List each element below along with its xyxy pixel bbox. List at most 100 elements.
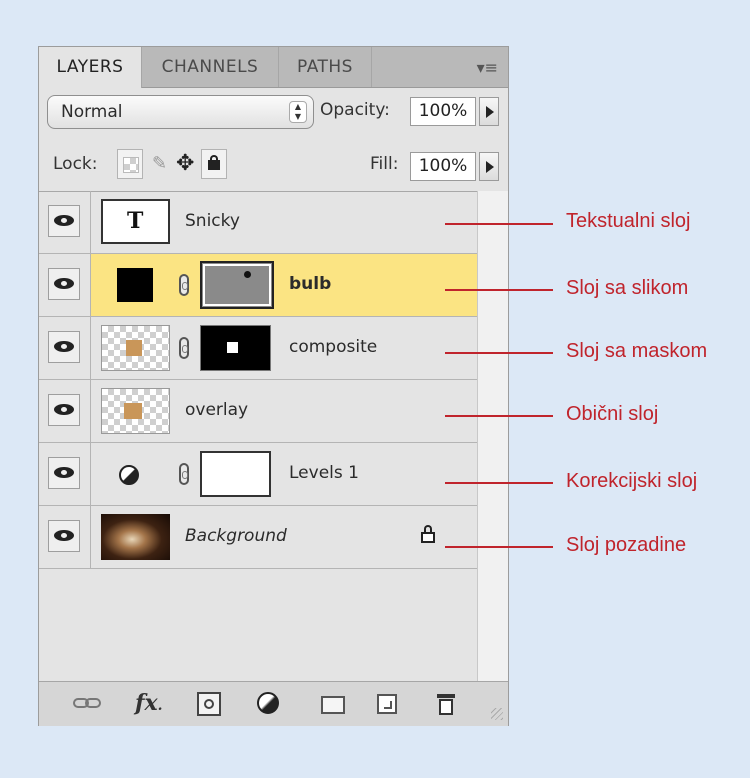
fill-arrow-button[interactable] (479, 152, 499, 181)
layer-name: overlay (185, 400, 249, 420)
annotation-line (445, 415, 553, 417)
lock-shackle (424, 525, 432, 534)
select-stepper-icon: ▲ ▼ (289, 101, 307, 123)
fill-field[interactable]: 100% (410, 152, 476, 181)
image-patch (126, 340, 142, 356)
layer-row-composite[interactable]: composite (39, 317, 477, 380)
visibility-toggle[interactable] (39, 506, 91, 568)
annotation-normal-layer: Obični sloj (566, 403, 659, 425)
mask-thumbnail (200, 325, 271, 371)
layer-thumbnail (117, 268, 153, 302)
eye-icon (54, 530, 74, 541)
fx-icon[interactable]: fx. (135, 692, 175, 716)
layer-name: Levels 1 (289, 463, 359, 483)
trash-icon[interactable] (437, 692, 455, 716)
link-chain-icon[interactable] (179, 463, 189, 485)
visibility-toggle[interactable] (39, 191, 91, 253)
annotation-image-layer: Sloj sa slikom (566, 277, 689, 299)
move-icon: ✥ (176, 151, 195, 176)
eye-icon (54, 404, 74, 415)
mask-thumbnail (200, 451, 271, 497)
layer-name: bulb (289, 274, 332, 294)
adjustment-layer-icon[interactable] (257, 692, 279, 714)
layers-bottom-toolbar: fx. (39, 681, 508, 726)
visibility-box (48, 331, 80, 363)
image-patch (124, 403, 142, 419)
tab-paths[interactable]: PATHS (279, 47, 372, 87)
visibility-box (48, 520, 80, 552)
add-mask-icon[interactable] (197, 692, 221, 716)
layer-thumbnail (101, 388, 170, 434)
lock-transparency-button[interactable] (117, 149, 143, 179)
lock-all-button[interactable] (201, 149, 227, 179)
tab-layers[interactable]: LAYERS (39, 47, 142, 88)
layers-scrollbar[interactable] (477, 191, 508, 681)
lock-position-button[interactable]: ✥ (173, 149, 199, 179)
mask-shape (227, 342, 238, 353)
layer-row-snicky[interactable]: T Snicky (39, 191, 477, 254)
lock-pixels-button[interactable]: ✎ (147, 149, 173, 179)
visibility-box (48, 394, 80, 426)
mask-circle (204, 699, 214, 709)
blend-row: Normal ▲ ▼ Opacity: 100% (39, 87, 508, 139)
fx-label: fx (135, 690, 158, 716)
layer-name: Background (185, 526, 287, 546)
visibility-box (48, 268, 80, 300)
layers-list: T Snicky bulb composite overlay Levels 1… (39, 191, 477, 681)
annotation-line (445, 289, 553, 291)
annotation-line (445, 546, 553, 548)
visibility-toggle[interactable] (39, 443, 91, 505)
text-layer-thumbnail: T (101, 199, 170, 244)
menu-lines-icon[interactable]: ▾≡ (477, 58, 498, 77)
visibility-toggle[interactable] (39, 317, 91, 379)
eye-icon (54, 467, 74, 478)
opacity-label: Opacity: (320, 100, 390, 120)
panel-tabs: LAYERS CHANNELS PATHS ▾≡ (39, 47, 508, 88)
annotation-line (445, 223, 553, 225)
checker-icon (123, 157, 139, 173)
annotation-adjustment-layer: Korekcijski sloj (566, 470, 698, 492)
annotation-background-layer: Sloj pozadine (566, 534, 687, 556)
annotation-line (445, 482, 553, 484)
layer-row-background[interactable]: Background (39, 506, 477, 569)
visibility-toggle[interactable] (39, 380, 91, 442)
new-layer-icon[interactable] (377, 694, 397, 714)
annotation-line (445, 352, 553, 354)
bulb-icon (244, 271, 251, 278)
padlock-shackle (210, 155, 218, 162)
layer-row-bulb[interactable]: bulb (39, 254, 477, 317)
opacity-field[interactable]: 100% (410, 97, 476, 126)
layer-row-overlay[interactable]: overlay (39, 380, 477, 443)
fill-label: Fill: (370, 154, 399, 174)
layer-thumbnail (101, 325, 170, 371)
text-t-icon: T (127, 208, 144, 234)
layer-row-levels[interactable]: Levels 1 (39, 443, 477, 506)
adjustment-icon (119, 465, 139, 485)
visibility-box (48, 205, 80, 237)
visibility-box (48, 457, 80, 489)
trash-lid (437, 694, 455, 698)
annotation-text-layer: Tekstualni sloj (566, 210, 691, 232)
visibility-toggle[interactable] (39, 254, 91, 316)
new-group-icon[interactable] (321, 696, 345, 714)
background-thumbnail (101, 514, 170, 560)
resize-grip-icon[interactable] (491, 708, 503, 720)
eye-icon (54, 341, 74, 352)
page-fold (384, 701, 392, 709)
eye-icon (54, 278, 74, 289)
layer-name: composite (289, 337, 378, 357)
blend-mode-select[interactable]: Normal ▲ ▼ (47, 95, 314, 129)
eye-icon (54, 215, 74, 226)
link-chain-icon[interactable] (179, 337, 189, 359)
link-ring-right (85, 698, 101, 708)
mask-thumbnail (200, 261, 274, 309)
tab-channels[interactable]: CHANNELS (142, 47, 279, 87)
layer-name: Snicky (185, 211, 240, 231)
lock-label: Lock: (53, 154, 98, 174)
link-layers-icon[interactable] (73, 692, 103, 716)
annotation-mask-layer: Sloj sa maskom (566, 340, 708, 362)
opacity-arrow-button[interactable] (479, 97, 499, 126)
link-chain-icon[interactable] (179, 274, 189, 296)
brush-icon: ✎ (152, 153, 168, 174)
lock-row: Lock: ✎ ✥ Fill: 100% (39, 139, 508, 192)
